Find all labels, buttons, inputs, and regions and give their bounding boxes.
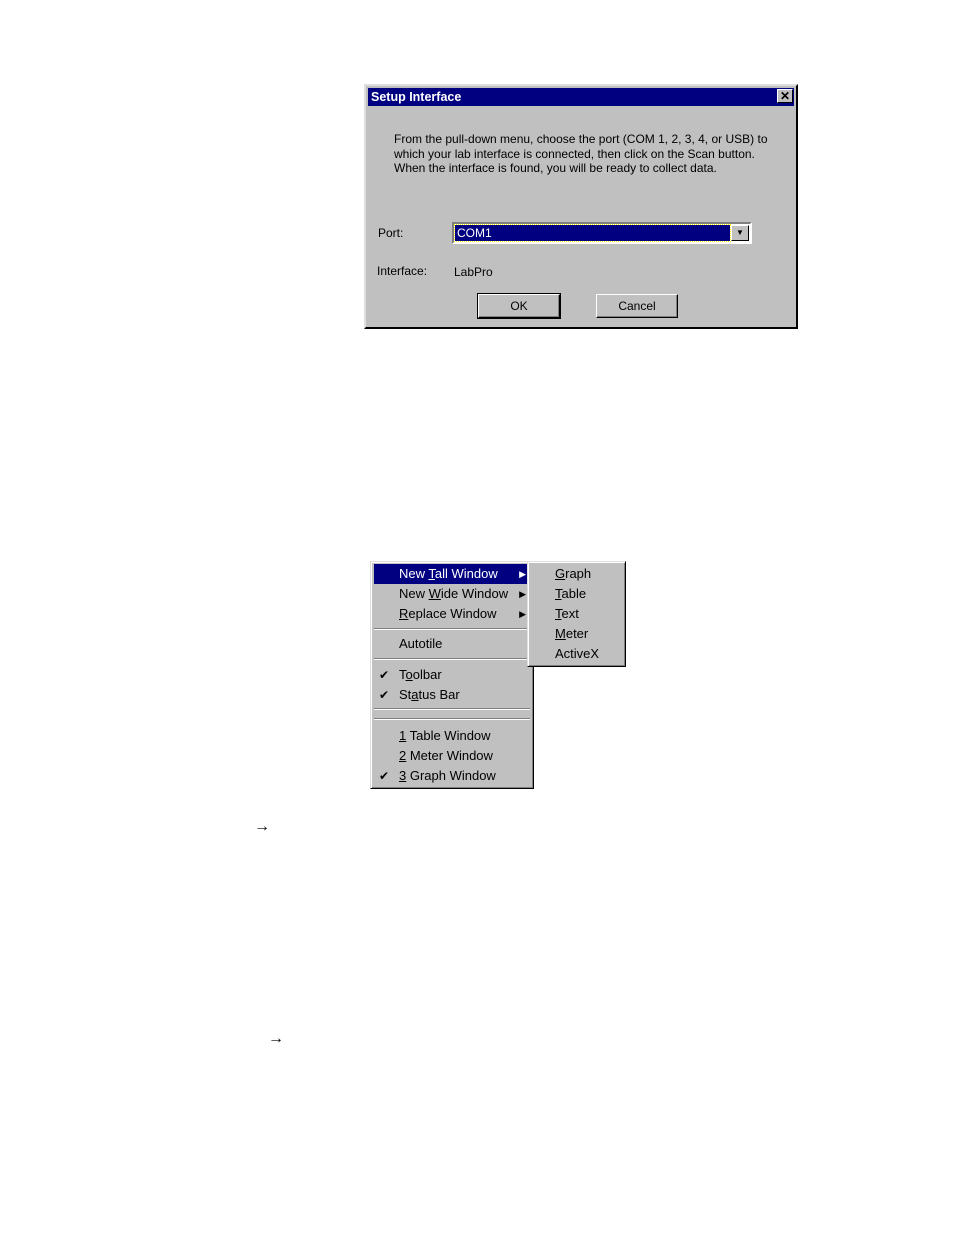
submenu-arrow-icon: ▶ — [519, 589, 526, 599]
menu-item[interactable]: New Tall Window ▶ — [374, 564, 530, 584]
checkmark-icon: ✔ — [379, 769, 390, 783]
cancel-button[interactable]: Cancel — [596, 294, 678, 318]
port-value: COM1 — [454, 224, 731, 242]
new-tall-window-submenu: Graph Table Text Meter ActiveX — [527, 561, 626, 667]
menu-item-label: ext — [561, 606, 579, 621]
menu-item[interactable]: 1 Table Window — [374, 726, 530, 746]
menu-item-label: Meter Window — [406, 748, 493, 763]
menu-item-label: ActiveX — [555, 646, 600, 661]
interface-value: LabPro — [454, 265, 493, 279]
menu-item-label: eplace Window — [408, 606, 497, 621]
chevron-down-icon[interactable]: ▼ — [731, 225, 749, 241]
menu-item-label: a — [411, 687, 419, 702]
menu-item[interactable]: Autotile — [374, 634, 530, 654]
menu-item-label: eter — [565, 626, 589, 641]
menu-separator — [374, 708, 530, 710]
menu-item-label: W — [428, 586, 441, 601]
menu-separator — [374, 628, 530, 630]
setup-interface-dialog: Setup Interface ✕ From the pull-down men… — [364, 84, 798, 329]
menu-item-label: New — [399, 586, 429, 601]
menu-item-label: raph — [565, 566, 592, 581]
ok-button[interactable]: OK — [477, 293, 561, 319]
arrow-icon: → — [254, 818, 270, 835]
submenu-arrow-icon: ▶ — [519, 569, 526, 579]
menu-item-label: St — [399, 687, 412, 702]
menu-item-label: olbar — [412, 667, 442, 682]
menu-item-label: able — [561, 586, 587, 601]
port-select[interactable]: COM1 ▼ — [452, 222, 752, 244]
interface-label: Interface: — [377, 264, 428, 278]
menu-item-label: Autotile — [399, 636, 443, 651]
close-icon[interactable]: ✕ — [777, 89, 793, 103]
checkmark-icon: ✔ — [379, 668, 390, 682]
arrow-icon: → — [268, 1030, 284, 1047]
menu-item-label: ide Window — [440, 586, 509, 601]
dialog-message: From the pull-down menu, choose the port… — [394, 132, 768, 175]
dialog-title: Setup Interface — [368, 88, 794, 106]
menu-item-label: tus Bar — [418, 687, 460, 702]
menu-item[interactable]: 2 Meter Window — [374, 746, 530, 766]
menu-item[interactable]: Graph — [531, 564, 622, 584]
menu-item[interactable]: ✔ 3 Graph Window — [374, 766, 530, 786]
checkmark-icon: ✔ — [379, 688, 390, 702]
menu-separator — [374, 658, 530, 660]
menu-item[interactable]: ✔ Toolbar — [374, 665, 530, 685]
menu-item-label: New — [399, 566, 429, 581]
menu-item-label: R — [399, 606, 409, 621]
menu-item-label: G — [555, 566, 566, 581]
window-menu: New Tall Window ▶ New Wide Window ▶ Replace … — [370, 561, 534, 789]
menu-item[interactable]: New Wide Window ▶ — [374, 584, 530, 604]
menu-item[interactable]: Text — [531, 604, 622, 624]
menu-item[interactable]: Meter — [531, 624, 622, 644]
menu-item-label: all Window — [434, 566, 498, 581]
port-label: Port: — [378, 226, 404, 240]
menu-item-label: Table Window — [406, 728, 491, 743]
menu-item[interactable]: Replace Window ▶ — [374, 604, 530, 624]
menu-item-label: Graph Window — [406, 768, 496, 783]
menu-item[interactable]: ✔ Status Bar — [374, 685, 530, 705]
menu-item[interactable]: ActiveX — [531, 644, 622, 664]
submenu-arrow-icon: ▶ — [519, 609, 526, 619]
menu-item-label: o — [405, 667, 413, 682]
menu-item[interactable]: Table — [531, 584, 622, 604]
menu-separator — [374, 718, 530, 720]
menu-item-label: M — [555, 626, 566, 641]
